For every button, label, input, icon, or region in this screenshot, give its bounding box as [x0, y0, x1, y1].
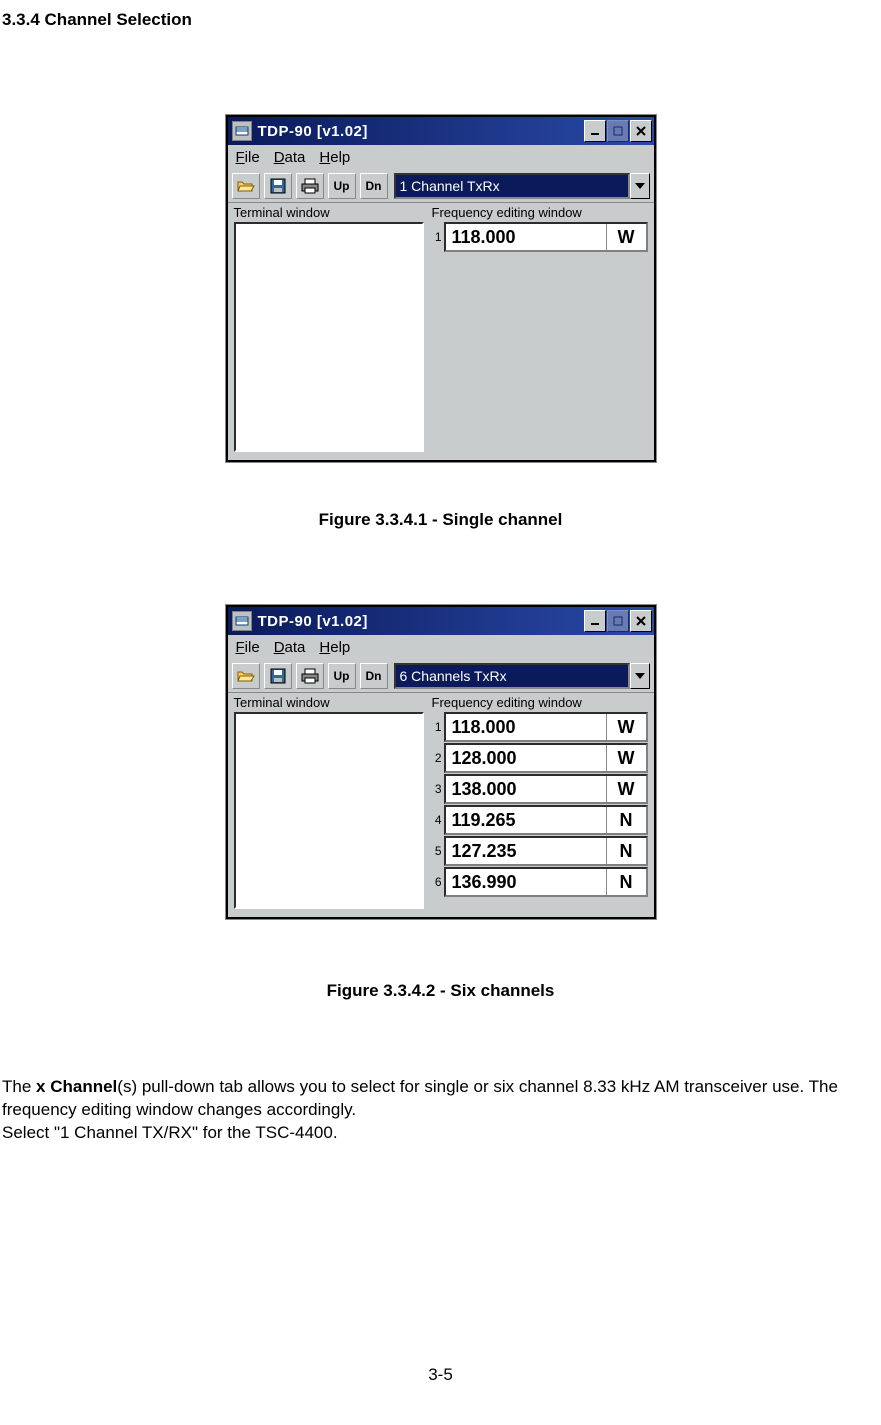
figure-1: TDP-90 [v1.02] File Data Help [0, 115, 881, 530]
freq-value: 118.000 [446, 224, 606, 250]
freq-index: 3 [432, 782, 442, 796]
freq-edit-label: Frequency editing window [432, 205, 648, 220]
channel-combo-value: 6 Channels TxRx [394, 663, 630, 689]
menu-file[interactable]: File [236, 639, 260, 656]
freq-wn: W [606, 745, 646, 771]
freq-edit-label: Frequency editing window [432, 695, 648, 710]
channel-combo[interactable]: 6 Channels TxRx [394, 663, 650, 689]
menu-data[interactable]: Data [274, 149, 306, 166]
titlebar: TDP-90 [v1.02] [228, 117, 654, 145]
terminal-label: Terminal window [234, 205, 424, 220]
freq-index: 1 [432, 230, 442, 244]
freq-row: 1 118.000 W [432, 712, 648, 742]
freq-row: 6 136.990 N [432, 867, 648, 897]
freq-input[interactable]: 118.000 W [444, 712, 648, 742]
client-area: Terminal window Frequency editing window… [228, 203, 654, 460]
channel-combo[interactable]: 1 Channel TxRx [394, 173, 650, 199]
app-window-1: TDP-90 [v1.02] File Data Help [226, 115, 656, 462]
terminal-label: Terminal window [234, 695, 424, 710]
client-area: Terminal window Frequency editing window… [228, 693, 654, 917]
freq-row: 2 128.000 W [432, 743, 648, 773]
app-icon [232, 121, 252, 141]
menu-file[interactable]: File [236, 149, 260, 166]
close-button[interactable] [630, 120, 652, 142]
toolbar: Up Dn 1 Channel TxRx [228, 170, 654, 203]
freq-index: 1 [432, 720, 442, 734]
up-button[interactable]: Up [328, 173, 356, 199]
open-button[interactable] [232, 173, 260, 199]
titlebar: TDP-90 [v1.02] [228, 607, 654, 635]
freq-input[interactable]: 136.990 N [444, 867, 648, 897]
freq-wn: N [606, 807, 646, 833]
freq-value: 136.990 [446, 869, 606, 895]
freq-value: 118.000 [446, 714, 606, 740]
maximize-button[interactable] [607, 610, 629, 632]
freq-row: 1 118.000 W [432, 222, 648, 252]
menu-help[interactable]: Help [319, 639, 350, 656]
freq-row: 4 119.265 N [432, 805, 648, 835]
menu-data[interactable]: Data [274, 639, 306, 656]
freq-input[interactable]: 119.265 N [444, 805, 648, 835]
dn-button[interactable]: Dn [360, 663, 388, 689]
save-button[interactable] [264, 173, 292, 199]
freq-value: 138.000 [446, 776, 606, 802]
channel-combo-value: 1 Channel TxRx [394, 173, 630, 199]
freq-value: 127.235 [446, 838, 606, 864]
freq-wn: N [606, 869, 646, 895]
combo-dropdown-button[interactable] [630, 173, 650, 199]
minimize-button[interactable] [584, 610, 606, 632]
menubar: File Data Help [228, 145, 654, 170]
window-title: TDP-90 [v1.02] [258, 613, 583, 630]
freq-input[interactable]: 118.000 W [444, 222, 648, 252]
freq-index: 6 [432, 875, 442, 889]
print-button[interactable] [296, 173, 324, 199]
print-button[interactable] [296, 663, 324, 689]
body-p1b: x Channel [36, 1077, 117, 1096]
freq-input[interactable]: 128.000 W [444, 743, 648, 773]
body-p2: Select "1 Channel TX/RX" for the TSC-440… [2, 1123, 338, 1142]
open-button[interactable] [232, 663, 260, 689]
window-title: TDP-90 [v1.02] [258, 123, 583, 140]
terminal-window[interactable] [234, 222, 424, 452]
up-button[interactable]: Up [328, 663, 356, 689]
combo-dropdown-button[interactable] [630, 663, 650, 689]
terminal-window[interactable] [234, 712, 424, 909]
freq-wn: W [606, 714, 646, 740]
freq-index: 2 [432, 751, 442, 765]
freq-input[interactable]: 138.000 W [444, 774, 648, 804]
menu-help[interactable]: Help [319, 149, 350, 166]
toolbar: Up Dn 6 Channels TxRx [228, 660, 654, 693]
save-button[interactable] [264, 663, 292, 689]
freq-value: 119.265 [446, 807, 606, 833]
freq-index: 4 [432, 813, 442, 827]
body-p1a: The [2, 1077, 36, 1096]
figure-2-caption: Figure 3.3.4.2 - Six channels [327, 981, 555, 1001]
freq-row: 3 138.000 W [432, 774, 648, 804]
freq-wn: W [606, 224, 646, 250]
page-number: 3-5 [0, 1365, 881, 1385]
app-window-2: TDP-90 [v1.02] File Data Help [226, 605, 656, 919]
freq-wn: W [606, 776, 646, 802]
figure-2: TDP-90 [v1.02] File Data Help [0, 605, 881, 1001]
freq-row: 5 127.235 N [432, 836, 648, 866]
close-button[interactable] [630, 610, 652, 632]
figure-1-caption: Figure 3.3.4.1 - Single channel [319, 510, 563, 530]
app-icon [232, 611, 252, 631]
dn-button[interactable]: Dn [360, 173, 388, 199]
body-paragraph: The x Channel(s) pull-down tab allows yo… [0, 1076, 881, 1145]
maximize-button[interactable] [607, 120, 629, 142]
body-p1c: (s) pull-down tab allows you to select f… [2, 1077, 838, 1119]
minimize-button[interactable] [584, 120, 606, 142]
freq-index: 5 [432, 844, 442, 858]
menubar: File Data Help [228, 635, 654, 660]
freq-input[interactable]: 127.235 N [444, 836, 648, 866]
section-heading: 3.3.4 Channel Selection [0, 10, 881, 30]
freq-wn: N [606, 838, 646, 864]
freq-value: 128.000 [446, 745, 606, 771]
